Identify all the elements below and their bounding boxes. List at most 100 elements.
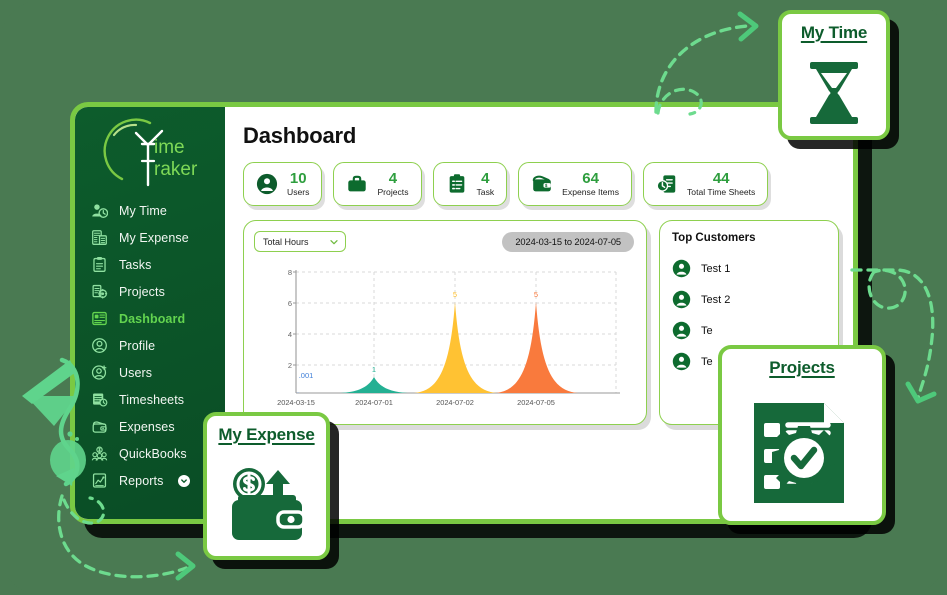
stat-value: 4: [388, 170, 398, 188]
user-circle-icon: [92, 338, 107, 353]
clipboard-icon: [449, 174, 464, 193]
stat-card-users[interactable]: 10 Users: [243, 162, 323, 206]
avatar-icon: [672, 352, 691, 371]
chart-panel: Total Hours 2024-03-15 to 2024-07-05 8 6…: [243, 220, 647, 425]
sidebar-item-my-expense[interactable]: My Expense: [75, 224, 225, 251]
point-label: 1: [372, 365, 376, 374]
sidebar-item-tasks[interactable]: Tasks: [75, 251, 225, 278]
top-customers-title: Top Customers: [672, 232, 756, 244]
sidebar-item-label: QuickBooks: [119, 446, 187, 461]
sidebar-item-profile[interactable]: Profile: [75, 332, 225, 359]
stat-card-task[interactable]: 4 Task: [432, 162, 508, 206]
floating-card-title: My Expense: [218, 425, 315, 444]
svg-text:$: $: [545, 183, 548, 188]
stat-label: Expense Items: [562, 186, 620, 197]
quickbooks-icon: [91, 446, 108, 461]
sidebar-item-label: My Time: [119, 203, 167, 218]
chevron-down-icon[interactable]: [178, 474, 191, 487]
x-tick-labels: 2024-03-15 2024-07-01 2024-07-02 2024-07…: [277, 398, 555, 407]
x-tick-label: 2024-07-02: [436, 398, 474, 407]
x-tick-label: 2024-07-01: [355, 398, 393, 407]
page-root: ime raker My Time My Expense Tasks Proje…: [0, 0, 947, 595]
point-label: 5: [534, 290, 538, 299]
avatar-icon: [672, 259, 691, 278]
wallet-dollar-up-icon: [224, 451, 310, 556]
customer-name: Test 2: [701, 293, 731, 306]
stat-card-row: 10 Users 4 Projects 4 Task $ 64 Expense …: [243, 162, 839, 206]
sidebar-item-timesheets[interactable]: Timesheets: [75, 386, 225, 413]
point-label: .001: [299, 371, 314, 380]
y-tick-labels: 8 6 4 2: [288, 268, 292, 370]
sidebar-item-dashboard[interactable]: Dashboard: [75, 305, 225, 332]
sidebar-item-label: Projects: [119, 284, 165, 299]
stat-label: Task: [476, 186, 495, 197]
page-title: Dashboard: [243, 123, 357, 148]
floating-card-my-time[interactable]: My Time: [778, 10, 890, 140]
sidebar-item-label: Profile: [119, 338, 156, 353]
floating-card-title: My Time: [800, 23, 868, 42]
avatar-icon: [672, 290, 691, 309]
user-icon: [256, 173, 278, 195]
chevron-down-icon: [330, 239, 338, 244]
stat-label: Projects: [377, 186, 409, 197]
sidebar-item-projects[interactable]: Projects: [75, 278, 225, 305]
svg-text:2: 2: [288, 361, 292, 370]
clipboard-list-icon: [93, 257, 106, 272]
avatar-icon: [672, 321, 691, 340]
stat-label: Users: [287, 186, 310, 197]
floating-card-title: Projects: [769, 358, 835, 377]
timesheet-icon: [93, 393, 108, 407]
customer-name: Te: [701, 324, 713, 337]
stat-card-total-time-sheets[interactable]: 44 Total Time Sheets: [643, 162, 769, 206]
svg-text:8: 8: [288, 268, 292, 277]
report-chart-icon: [92, 473, 107, 488]
dashboard-icon: [92, 311, 107, 326]
projects-gear-icon: [92, 284, 108, 299]
hourglass-icon: [803, 49, 865, 136]
series-area-2024-07-01: [340, 377, 408, 393]
sidebar-item-label: My Expense: [119, 230, 189, 245]
sidebar-item-label: Users: [119, 365, 153, 380]
customer-name: Test 1: [701, 262, 731, 275]
timesheet-clock-icon: [656, 175, 676, 193]
sidebar-item-users[interactable]: Users: [75, 359, 225, 386]
receipt-calc-icon: [92, 230, 107, 245]
chart-svg: 8 6 4 2 .001 1 5 5 2024-03-15 2024-07-01…: [277, 268, 620, 407]
wallet-dollar-icon: $: [532, 175, 551, 192]
point-label: 5: [453, 290, 457, 299]
stat-value: 10: [289, 170, 307, 188]
series-area-2024-07-02: [414, 302, 497, 393]
x-tick-label: 2024-03-15: [277, 398, 315, 407]
floating-card-projects[interactable]: Projects: [718, 345, 886, 525]
logo-text-line1: ime: [154, 137, 185, 158]
area-chart: 8 6 4 2 .001 1 5 5 2024-03-15 2024-07-01…: [254, 260, 634, 415]
customer-name: Te: [701, 355, 713, 368]
sidebar-item-label: Reports: [119, 473, 164, 488]
chart-toolbar: Total Hours 2024-03-15 to 2024-07-05: [254, 231, 634, 252]
user-add-icon: [91, 365, 107, 380]
sidebar-item-label: Expenses: [119, 419, 175, 434]
sidebar-item-label: Timesheets: [119, 392, 185, 407]
metric-select-value: Total Hours: [263, 236, 309, 247]
stat-value: 4: [481, 170, 490, 188]
app-logo[interactable]: ime raker: [75, 115, 225, 193]
x-tick-label: 2024-07-05: [517, 398, 555, 407]
date-range-badge[interactable]: 2024-03-15 to 2024-07-05: [502, 231, 634, 252]
metric-select[interactable]: Total Hours: [254, 231, 346, 252]
stat-card-projects[interactable]: 4 Projects: [333, 162, 422, 206]
customer-list-item[interactable]: Test 2: [672, 284, 838, 315]
series-area-2024-07-05: [495, 302, 578, 393]
customer-list-item[interactable]: Test 1: [672, 253, 838, 284]
customer-list-item[interactable]: Te: [672, 315, 838, 346]
project-checklist-gear-icon: [748, 384, 856, 521]
stat-value: 64: [582, 170, 599, 188]
stat-label: Total Time Sheets: [687, 186, 756, 197]
wallet-icon: [92, 421, 107, 433]
svg-text:4: 4: [288, 330, 292, 339]
floating-card-my-expense[interactable]: My Expense: [203, 412, 330, 560]
stat-card-expense-items[interactable]: $ 64 Expense Items: [518, 162, 633, 206]
user-clock-icon: [92, 204, 108, 218]
sidebar-item-my-time[interactable]: My Time: [75, 197, 225, 224]
briefcase-icon: [348, 175, 367, 192]
logo-text-line2: raker: [154, 159, 198, 180]
